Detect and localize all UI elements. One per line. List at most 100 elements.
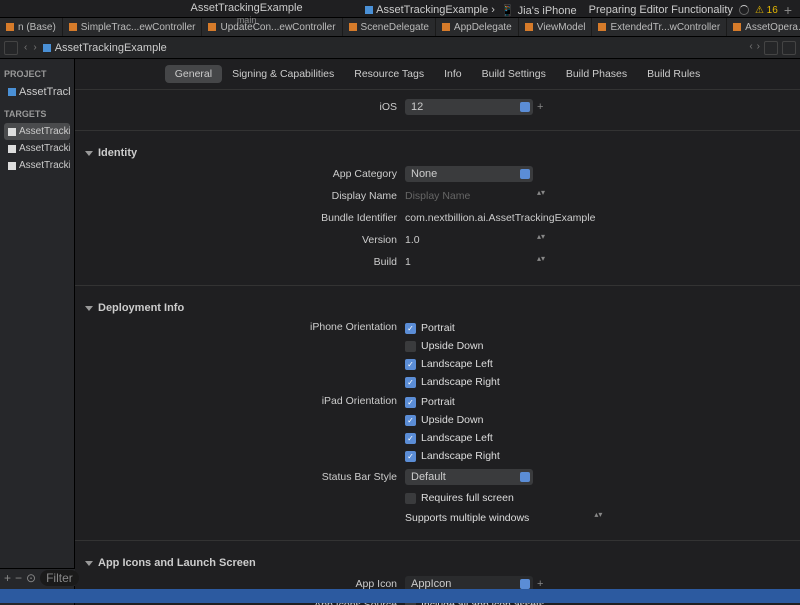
- deployment-header: Deployment Info: [98, 302, 184, 314]
- file-icon: [6, 23, 14, 31]
- app-category-label: App Category: [85, 168, 405, 180]
- statusbar-select[interactable]: Default: [405, 469, 533, 485]
- orientation-label: Upside Down: [421, 340, 483, 352]
- file-icon: [349, 23, 357, 31]
- add-button[interactable]: +: [4, 571, 11, 585]
- app-category-select[interactable]: None: [405, 166, 533, 182]
- project-item[interactable]: AssetTrackingExa...: [4, 83, 70, 101]
- breadcrumb[interactable]: AssetTrackingExample: [43, 42, 167, 54]
- editor-tabs: n (Base)SimpleTrac...ewControllerUpdateC…: [0, 17, 800, 37]
- remove-button[interactable]: −: [15, 571, 22, 585]
- app-icon: [8, 128, 16, 136]
- editor-tab[interactable]: AssetOpera...wController: [727, 18, 800, 36]
- editor-tab[interactable]: UpdateCon...ewController: [202, 18, 342, 36]
- history-back[interactable]: ‹: [749, 41, 752, 55]
- iphone-orient-label: iPhone Orientation: [85, 321, 405, 333]
- target-item[interactable]: AssetTrackingEx...: [4, 157, 70, 174]
- sidebar-toggle[interactable]: [4, 41, 18, 55]
- orientation-checkbox[interactable]: ✓: [405, 397, 416, 408]
- device-label[interactable]: 📱 Jia's iPhone: [501, 4, 577, 17]
- status-bar: [0, 589, 800, 603]
- target-item[interactable]: AssetTrackingEx...: [4, 123, 70, 140]
- editor-tab[interactable]: ExtendedTr...wController: [592, 18, 727, 36]
- orientation-label: Landscape Left: [421, 358, 493, 370]
- editor-tab[interactable]: AppDelegate: [436, 18, 519, 36]
- stepper-icon[interactable]: ▴▾: [537, 234, 545, 246]
- orientation-checkbox[interactable]: ✓: [405, 451, 416, 462]
- orientation-checkbox[interactable]: ✓: [405, 323, 416, 334]
- file-icon: [208, 23, 216, 31]
- stepper-icon[interactable]: ▴▾: [594, 512, 602, 524]
- settings-tab[interactable]: Build Rules: [637, 65, 710, 83]
- file-icon: [525, 23, 533, 31]
- identity-header: Identity: [98, 147, 137, 159]
- orientation-checkbox[interactable]: ✓: [405, 433, 416, 444]
- targets-section-label: TARGETS: [4, 109, 70, 119]
- filter-icon[interactable]: ⊙: [26, 571, 36, 585]
- settings-tab[interactable]: General: [165, 65, 222, 83]
- orientation-checkbox[interactable]: ✓: [405, 415, 416, 426]
- disclosure-icon[interactable]: [85, 306, 93, 311]
- forward-button[interactable]: ›: [33, 42, 36, 53]
- stepper-icon[interactable]: ▴▾: [537, 256, 545, 268]
- target-item[interactable]: AssetTrackingEx...: [4, 140, 70, 157]
- add-button[interactable]: +: [784, 2, 792, 18]
- settings-tab[interactable]: Resource Tags: [344, 65, 434, 83]
- editor-tab[interactable]: n (Base): [0, 18, 63, 36]
- orientation-checkbox[interactable]: [405, 341, 416, 352]
- settings-tab[interactable]: Build Phases: [556, 65, 637, 83]
- orientation-label: Portrait: [421, 396, 455, 408]
- project-title: AssetTrackingExample: [191, 2, 303, 14]
- ios-version-select[interactable]: 12: [405, 99, 533, 115]
- orientation-label: Landscape Right: [421, 376, 500, 388]
- spinner-icon: [739, 5, 749, 15]
- inspector-toggle[interactable]: [782, 41, 796, 55]
- bundle-id-label: Bundle Identifier: [85, 212, 405, 224]
- add-icon[interactable]: +: [537, 101, 543, 113]
- warning-badge[interactable]: ⚠ 16: [755, 5, 778, 16]
- project-icon: [365, 6, 373, 14]
- back-button[interactable]: ‹: [24, 42, 27, 53]
- stepper-icon[interactable]: ▴▾: [537, 190, 545, 202]
- file-icon: [69, 23, 77, 31]
- history-fwd[interactable]: ›: [757, 41, 760, 55]
- file-icon: [598, 23, 606, 31]
- display-name-label: Display Name: [85, 190, 405, 202]
- settings-tabs: GeneralSigning & CapabilitiesResource Ta…: [75, 59, 800, 90]
- orientation-label: Landscape Right: [421, 450, 500, 462]
- settings-tab[interactable]: Build Settings: [472, 65, 556, 83]
- filter-input[interactable]: Filter: [40, 570, 79, 586]
- display-name-input[interactable]: Display Name: [405, 188, 533, 204]
- multiwindow-label: Supports multiple windows: [405, 512, 529, 524]
- editor-tab[interactable]: ViewModel: [519, 18, 593, 36]
- breadcrumb-proj[interactable]: AssetTrackingExample ›: [365, 4, 495, 16]
- statusbar-label: Status Bar Style: [85, 471, 405, 483]
- bundle-id-input[interactable]: com.nextbillion.ai.AssetTrackingExample: [405, 210, 605, 226]
- disclosure-icon[interactable]: [85, 561, 93, 566]
- orientation-checkbox[interactable]: ✓: [405, 377, 416, 388]
- build-input[interactable]: 1: [405, 254, 533, 270]
- settings-tab[interactable]: Info: [434, 65, 472, 83]
- ios-label: iOS: [85, 101, 405, 113]
- app-icon: [8, 162, 16, 170]
- project-icon: [8, 88, 16, 96]
- version-input[interactable]: 1.0: [405, 232, 533, 248]
- orientation-label: Upside Down: [421, 414, 483, 426]
- file-icon: [442, 23, 450, 31]
- disclosure-icon[interactable]: [85, 151, 93, 156]
- build-label: Build: [85, 256, 405, 268]
- orientation-checkbox[interactable]: ✓: [405, 359, 416, 370]
- editor-tab[interactable]: SimpleTrac...ewController: [63, 18, 203, 36]
- ipad-orient-label: iPad Orientation: [85, 395, 405, 407]
- app-icon: [8, 145, 16, 153]
- orientation-label: Landscape Left: [421, 432, 493, 444]
- fullscreen-checkbox[interactable]: [405, 493, 416, 504]
- editor-tab[interactable]: SceneDelegate: [343, 18, 436, 36]
- layout-button[interactable]: [764, 41, 778, 55]
- orientation-label: Portrait: [421, 322, 455, 334]
- navigator-sidebar: PROJECT AssetTrackingExa... TARGETS Asse…: [0, 59, 75, 605]
- status-text: Preparing Editor Functionality: [589, 4, 733, 16]
- icons-header: App Icons and Launch Screen: [98, 557, 256, 569]
- version-label: Version: [85, 234, 405, 246]
- settings-tab[interactable]: Signing & Capabilities: [222, 65, 344, 83]
